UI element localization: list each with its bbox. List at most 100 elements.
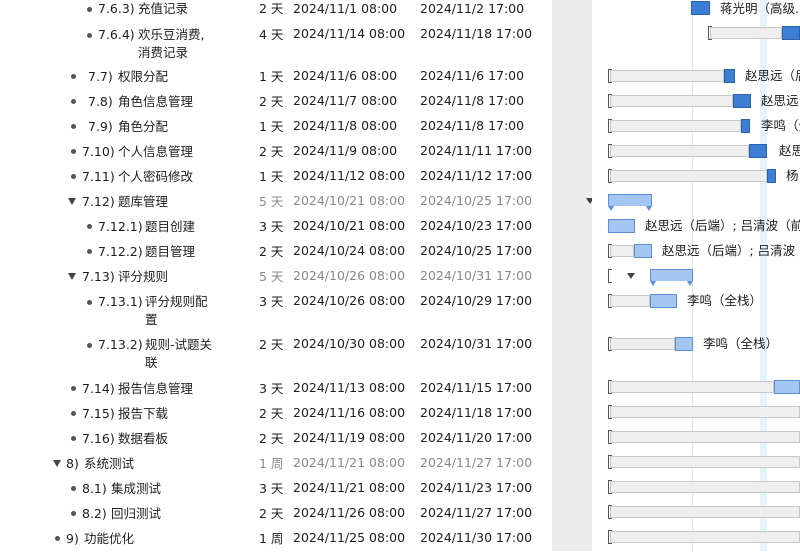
task-row[interactable]: 7.9) 角色分配 1 天 2024/11/8 08:00 2024/11/8 … [0,117,552,142]
task-end[interactable]: 2024/10/25 17:00 [420,192,532,210]
task-name[interactable]: 报告下载 [118,405,168,423]
task-end[interactable]: 2024/10/23 17:00 [420,217,532,235]
task-row-summary[interactable]: 8) 系统测试 1 周 2024/11/21 08:00 2024/11/27 … [0,454,552,479]
task-row-summary[interactable]: 7.12) 题库管理 5 天 2024/10/21 08:00 2024/10/… [0,192,552,217]
task-duration[interactable]: 3 天 [259,380,283,398]
task-duration[interactable]: 2 天 [259,505,283,523]
task-row[interactable]: 7.13.2) 规则-试题关 联 2 天 2024/10/30 08:00 20… [0,335,552,377]
task-row[interactable]: 8.1) 集成测试 3 天 2024/11/21 08:00 2024/11/2… [0,479,552,504]
task-start[interactable]: 2024/11/9 08:00 [293,142,397,160]
task-row[interactable]: 7.12.1) 题目创建 3 天 2024/10/21 08:00 2024/1… [0,217,552,242]
task-duration[interactable]: 2 天 [259,405,283,423]
task-start[interactable]: 2024/11/25 08:00 [293,529,405,547]
task-row[interactable]: 7.16) 数据看板 2 天 2024/11/19 08:00 2024/11/… [0,429,552,454]
task-row[interactable]: 7.14) 报告信息管理 3 天 2024/11/13 08:00 2024/1… [0,379,552,404]
task-end[interactable]: 2024/11/15 17:00 [420,379,532,397]
task-name[interactable]: 题目管理 [145,243,195,261]
task-end[interactable]: 2024/10/29 17:00 [420,292,532,310]
task-row-summary[interactable]: 7.13) 评分规则 5 天 2024/10/26 08:00 2024/10/… [0,267,552,292]
task-duration[interactable]: 5 天 [259,193,283,211]
task-start[interactable]: 2024/11/21 08:00 [293,479,405,497]
task-duration[interactable]: 1 天 [259,118,283,136]
task-start[interactable]: 2024/11/1 08:00 [293,0,397,18]
task-bar[interactable] [741,119,750,133]
task-end[interactable]: 2024/11/8 17:00 [420,92,524,110]
task-bar[interactable] [749,144,767,158]
pane-divider[interactable] [552,0,594,551]
task-start[interactable]: 2024/10/21 08:00 [293,192,405,210]
task-row[interactable]: 7.8) 角色信息管理 2 天 2024/11/7 08:00 2024/11/… [0,92,552,117]
task-start[interactable]: 2024/11/14 08:00 [293,25,405,43]
task-duration[interactable]: 1 周 [259,455,283,473]
task-end[interactable]: 2024/11/20 17:00 [420,429,532,447]
task-end[interactable]: 2024/11/27 17:00 [420,454,532,472]
task-duration[interactable]: 2 天 [259,430,283,448]
task-duration[interactable]: 4 天 [259,26,283,44]
task-start[interactable]: 2024/10/21 08:00 [293,217,405,235]
task-start[interactable]: 2024/10/26 08:00 [293,292,405,310]
task-start[interactable]: 2024/11/26 08:00 [293,504,405,522]
task-end[interactable]: 2024/11/11 17:00 [420,142,532,160]
task-bar[interactable] [733,94,751,108]
task-end[interactable]: 2024/11/18 17:00 [420,25,532,43]
task-duration[interactable]: 2 天 [259,336,283,354]
task-end[interactable]: 2024/11/8 17:00 [420,117,524,135]
task-row[interactable]: 7.15) 报告下载 2 天 2024/11/16 08:00 2024/11/… [0,404,552,429]
task-duration[interactable]: 2 天 [259,243,283,261]
task-duration[interactable]: 2 天 [259,0,283,18]
task-name[interactable]: 题库管理 [118,193,168,211]
task-name[interactable]: 系统测试 [84,455,134,473]
task-end[interactable]: 2024/11/2 17:00 [420,0,524,18]
task-duration[interactable]: 5 天 [259,268,283,286]
task-row[interactable]: 7.11) 个人密码修改 1 天 2024/11/12 08:00 2024/1… [0,167,552,192]
task-end[interactable]: 2024/11/12 17:00 [420,167,532,185]
task-name[interactable]: 评分规则配 [145,293,208,311]
task-duration[interactable]: 2 天 [259,143,283,161]
task-duration[interactable]: 1 天 [259,168,283,186]
task-end[interactable]: 2024/11/18 17:00 [420,404,532,422]
task-duration[interactable]: 1 周 [259,530,283,548]
task-name[interactable]: 回归测试 [111,505,161,523]
task-end[interactable]: 2024/11/23 17:00 [420,479,532,497]
task-start[interactable]: 2024/11/21 08:00 [293,454,405,472]
task-name[interactable]: 个人信息管理 [118,143,193,161]
collapse-triangle-icon[interactable] [53,460,61,467]
task-bar[interactable] [650,294,677,308]
task-start[interactable]: 2024/10/26 08:00 [293,267,405,285]
task-bar[interactable] [608,219,635,233]
collapse-triangle-icon[interactable] [68,198,76,205]
task-duration[interactable]: 3 天 [259,293,283,311]
task-start[interactable]: 2024/11/13 08:00 [293,379,405,397]
task-start[interactable]: 2024/11/8 08:00 [293,117,397,135]
task-start[interactable]: 2024/11/7 08:00 [293,92,397,110]
task-start[interactable]: 2024/11/6 08:00 [293,67,397,85]
task-name[interactable]: 充值记录 [138,0,188,18]
task-start[interactable]: 2024/10/24 08:00 [293,242,405,260]
task-row[interactable]: 7.6.4) 欢乐豆消费, 消费记录 4 天 2024/11/14 08:00 … [0,25,552,67]
task-row[interactable]: 7.13.1) 评分规则配 置 3 天 2024/10/26 08:00 202… [0,292,552,334]
task-start[interactable]: 2024/11/12 08:00 [293,167,405,185]
task-name[interactable]: 功能优化 [84,530,134,548]
task-bar[interactable] [724,69,735,83]
task-end[interactable]: 2024/10/31 17:00 [420,335,532,353]
task-name[interactable]: 数据看板 [118,430,168,448]
task-name[interactable]: 欢乐豆消费, [138,26,204,44]
gantt-chart[interactable]: 蒋光明（高级... 赵思远（后端） 赵思远 李鸣（全栈） 赵思 杨 赵思远（后端… [592,0,800,551]
task-bar[interactable] [634,244,652,258]
task-duration[interactable]: 2 天 [259,93,283,111]
task-row[interactable]: 7.7) 权限分配 1 天 2024/11/6 08:00 2024/11/6 … [0,67,552,92]
task-name[interactable]: 评分规则 [118,268,168,286]
task-start[interactable]: 2024/11/19 08:00 [293,429,405,447]
task-bar[interactable] [767,169,776,183]
task-name[interactable]: 权限分配 [118,68,168,86]
task-row[interactable]: 9) 功能优化 1 周 2024/11/25 08:00 2024/11/30 … [0,529,552,554]
task-row[interactable]: 8.2) 回归测试 2 天 2024/11/26 08:00 2024/11/2… [0,504,552,529]
task-end[interactable]: 2024/11/6 17:00 [420,67,524,85]
task-duration[interactable]: 3 天 [259,480,283,498]
task-bar[interactable] [691,1,710,15]
task-end[interactable]: 2024/10/31 17:00 [420,267,532,285]
task-name[interactable]: 角色分配 [118,118,168,136]
summary-bar[interactable] [608,194,652,206]
task-row[interactable]: 7.12.2) 题目管理 2 天 2024/10/24 08:00 2024/1… [0,242,552,267]
summary-bar[interactable] [650,269,693,281]
